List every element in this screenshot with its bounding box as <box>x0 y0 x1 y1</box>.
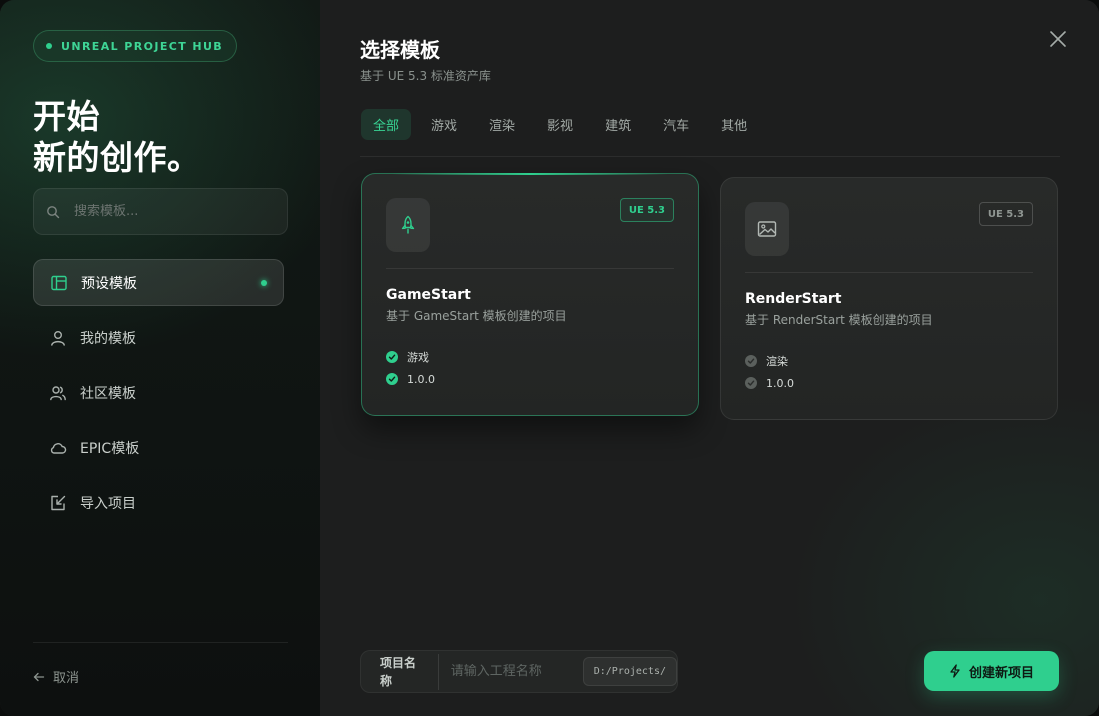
card-icon-box <box>386 198 430 252</box>
tag-label: 游戏 <box>407 351 429 364</box>
page-subtitle: 基于 UE 5.3 标准资产库 <box>360 69 491 83</box>
check-icon <box>745 355 757 367</box>
create-project-label: 创建新项目 <box>968 664 1034 680</box>
brand-label: UNREAL PROJECT HUB <box>61 39 224 53</box>
cloud-icon <box>50 442 67 454</box>
tag-row: 1.0.0 <box>745 372 794 394</box>
version-badge: UE 5.3 <box>619 198 674 222</box>
page-title: 选择模板 <box>360 38 440 62</box>
tab-games[interactable]: 游戏 <box>419 109 469 140</box>
project-name-label: 项目名称 <box>361 653 439 690</box>
cancel-button[interactable]: 取消 <box>33 667 79 686</box>
image-icon <box>757 221 777 237</box>
tag-label: 渲染 <box>766 355 788 368</box>
check-icon <box>745 377 757 389</box>
project-hub-window: UNREAL PROJECT HUB 开始 新的创作。 预设模板 <box>0 0 1099 716</box>
sidebar-item-import[interactable]: 导入项目 <box>33 479 284 526</box>
sidebar-item-community[interactable]: 社区模板 <box>33 369 284 416</box>
template-tags: 渲染 1.0.0 <box>745 350 794 394</box>
main-panel: 选择模板 基于 UE 5.3 标准资产库 全部 游戏 渲染 影视 建筑 汽车 其… <box>320 0 1099 716</box>
close-icon[interactable] <box>1048 29 1068 49</box>
tag-row: 游戏 <box>386 346 435 368</box>
cancel-label: 取消 <box>53 671 80 686</box>
tab-automotive[interactable]: 汽车 <box>651 109 701 140</box>
tab-architecture[interactable]: 建筑 <box>593 109 643 140</box>
search-box[interactable] <box>33 188 288 235</box>
sidebar-item-label: 社区模板 <box>80 385 136 402</box>
sidebar-item-label: EPIC模板 <box>80 440 140 457</box>
tab-other[interactable]: 其他 <box>709 109 759 140</box>
tag-label: 1.0.0 <box>766 376 794 390</box>
project-path-chip[interactable]: D:/Projects/ <box>582 657 677 686</box>
active-indicator-dot <box>261 280 267 286</box>
tag-row: 渲染 <box>745 350 794 372</box>
hero-line-1: 开始 <box>33 97 100 136</box>
search-input[interactable] <box>74 204 264 219</box>
sidebar-item-my-templates[interactable]: 我的模板 <box>33 314 284 361</box>
tabs-divider <box>360 156 1060 157</box>
sidebar-divider <box>33 642 288 643</box>
import-icon <box>51 495 66 510</box>
tab-film[interactable]: 影视 <box>535 109 585 140</box>
version-badge: UE 5.3 <box>978 202 1033 226</box>
card-divider <box>745 272 1033 273</box>
sidebar-item-label: 预设模板 <box>81 275 137 292</box>
project-name-input[interactable] <box>450 664 573 679</box>
template-card-renderstart[interactable]: UE 5.3 RenderStart 基于 RenderStart 模板创建的项… <box>720 177 1058 420</box>
sidebar-item-label: 导入项目 <box>80 495 136 512</box>
sidebar-item-label: 我的模板 <box>80 330 136 347</box>
lightning-icon <box>950 664 960 678</box>
template-name: GameStart <box>386 287 471 303</box>
sidebar-nav: 预设模板 我的模板 社区模板 EPIC模板 导入项目 <box>33 259 284 534</box>
project-name-bar: 项目名称 D:/Projects/ <box>360 650 678 693</box>
template-card-gamestart[interactable]: UE 5.3 GameStart 基于 GameStart 模板创建的项目 游戏… <box>361 173 699 416</box>
sidebar: UNREAL PROJECT HUB 开始 新的创作。 预设模板 <box>0 0 320 716</box>
check-icon <box>386 351 398 363</box>
sidebar-item-epic[interactable]: EPIC模板 <box>33 424 284 471</box>
user-icon <box>51 330 65 346</box>
tab-all[interactable]: 全部 <box>361 109 412 140</box>
tab-rendering[interactable]: 渲染 <box>477 109 527 140</box>
sidebar-item-presets[interactable]: 预设模板 <box>33 259 284 306</box>
template-description: 基于 RenderStart 模板创建的项目 <box>745 313 933 327</box>
template-tags: 游戏 1.0.0 <box>386 346 435 390</box>
tag-label: 1.0.0 <box>407 372 435 386</box>
brand-badge: UNREAL PROJECT HUB <box>33 30 238 62</box>
layout-icon <box>51 275 67 290</box>
category-tabs: 全部 游戏 渲染 影视 建筑 汽车 其他 <box>361 109 759 140</box>
users-icon <box>50 385 66 400</box>
card-divider <box>386 268 674 269</box>
search-icon <box>47 205 60 218</box>
card-icon-box <box>745 202 789 256</box>
tag-row: 1.0.0 <box>386 368 435 390</box>
rocket-icon <box>401 215 415 234</box>
check-icon <box>386 373 398 385</box>
arrow-left-icon <box>33 672 45 681</box>
hero-line-2: 新的创作。 <box>33 138 201 177</box>
template-description: 基于 GameStart 模板创建的项目 <box>386 309 567 323</box>
create-project-button[interactable]: 创建新项目 <box>924 651 1059 691</box>
template-name: RenderStart <box>745 291 842 307</box>
hero-heading: 开始 新的创作。 <box>33 96 201 178</box>
brand-dot <box>46 43 52 49</box>
